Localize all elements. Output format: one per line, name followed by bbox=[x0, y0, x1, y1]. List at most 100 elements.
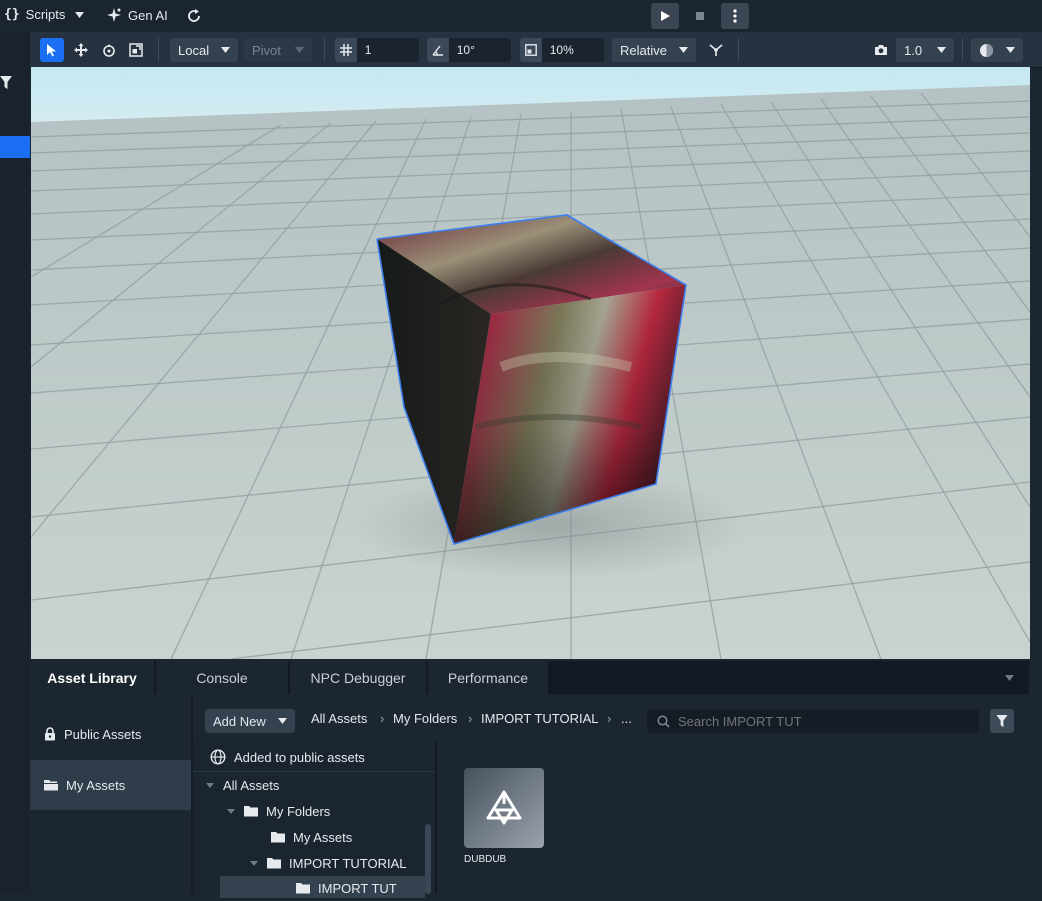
breadcrumb-all-assets[interactable]: All Assets bbox=[311, 694, 367, 742]
panel-collapse-icon[interactable] bbox=[1005, 675, 1014, 681]
chevron-down-icon bbox=[1006, 47, 1015, 53]
folder-icon bbox=[244, 806, 258, 817]
render-mode-dropdown[interactable] bbox=[971, 38, 1023, 62]
search-icon bbox=[657, 714, 670, 728]
select-tool-button[interactable] bbox=[40, 38, 64, 62]
move-icon bbox=[74, 43, 88, 57]
breadcrumb-import-tutorial[interactable]: IMPORT TUTORIAL bbox=[481, 694, 599, 742]
breadcrumb-label: My Folders bbox=[393, 710, 458, 726]
play-button[interactable] bbox=[651, 3, 679, 29]
top-bar: {} Scripts Gen AI bbox=[0, 0, 1042, 32]
filter-icon bbox=[996, 714, 1008, 727]
breadcrumb-separator: › bbox=[468, 710, 473, 726]
tree-item-label: My Assets bbox=[293, 829, 353, 845]
tab-label: NPC Debugger bbox=[310, 669, 406, 686]
camera-speed-dropdown[interactable]: 1.0 bbox=[896, 38, 954, 62]
scale-snap-icon[interactable] bbox=[520, 38, 542, 62]
tree-item-my-assets[interactable]: My Assets bbox=[271, 824, 352, 850]
rotate-icon bbox=[103, 44, 115, 57]
snap-mode-label: Relative bbox=[620, 42, 667, 58]
tab-console[interactable]: Console bbox=[156, 661, 290, 694]
caret-down-icon[interactable] bbox=[249, 860, 259, 866]
asset-thumbnail-dubdub[interactable] bbox=[464, 768, 544, 848]
asset-toolbar: Add New All Assets › My Folders › IMPORT… bbox=[193, 694, 1029, 743]
caret-down-icon[interactable] bbox=[226, 808, 236, 814]
caret-down-icon[interactable] bbox=[205, 782, 215, 788]
selected-hierarchy-item[interactable] bbox=[0, 136, 30, 158]
stop-icon bbox=[696, 12, 704, 20]
gen-ai-button[interactable]: Gen AI bbox=[106, 7, 168, 23]
asset-name: DUBDUB bbox=[464, 854, 507, 865]
tree-item-label: IMPORT TUT bbox=[318, 880, 397, 896]
playback-controls bbox=[651, 3, 751, 29]
tree-item-import-tutorial[interactable]: IMPORT TUTORIAL bbox=[249, 850, 407, 876]
angle-snap-value[interactable]: 10° bbox=[448, 38, 511, 62]
asset-filter-button[interactable] bbox=[990, 709, 1014, 733]
folder-tree: Added to public assets All Assets My Fol… bbox=[193, 742, 437, 898]
camera-button[interactable] bbox=[870, 38, 892, 62]
tree-item-label: All Assets bbox=[223, 777, 280, 793]
hierarchy-panel-edge bbox=[0, 32, 30, 894]
globe-icon bbox=[210, 749, 226, 765]
my-assets-item[interactable]: My Assets bbox=[30, 760, 191, 810]
breadcrumb-separator: › bbox=[380, 710, 385, 726]
angle-snap-icon[interactable] bbox=[427, 38, 449, 62]
tree-item-import-tut[interactable]: IMPORT TUT bbox=[296, 875, 397, 901]
search-field[interactable] bbox=[647, 709, 979, 733]
tree-item-label: My Folders bbox=[266, 803, 331, 819]
bottom-panel-tabs: Asset Library Console NPC Debugger Perfo… bbox=[30, 661, 1029, 694]
chevron-down-icon bbox=[937, 47, 946, 53]
scene-viewport[interactable] bbox=[31, 67, 1030, 659]
folder-icon bbox=[296, 883, 310, 894]
separator bbox=[962, 38, 963, 62]
tab-npc-debugger[interactable]: NPC Debugger bbox=[290, 661, 428, 694]
tree-item-label: IMPORT TUTORIAL bbox=[289, 855, 407, 871]
snap-mode-dropdown[interactable]: Relative bbox=[612, 38, 696, 62]
separator bbox=[738, 38, 739, 62]
surface-snap-button[interactable] bbox=[704, 38, 728, 62]
filter-icon[interactable] bbox=[0, 76, 12, 90]
kebab-icon bbox=[733, 9, 737, 23]
scale-snap-value[interactable]: 10% bbox=[541, 38, 604, 62]
breadcrumb-my-folders[interactable]: My Folders bbox=[393, 694, 457, 742]
scripts-menu[interactable]: {} Scripts bbox=[4, 7, 85, 22]
tab-performance[interactable]: Performance bbox=[428, 661, 550, 694]
stop-button[interactable] bbox=[686, 3, 714, 29]
breadcrumb-label: All Assets bbox=[311, 710, 368, 726]
refresh-icon[interactable] bbox=[186, 8, 202, 24]
more-options-button[interactable] bbox=[721, 3, 749, 29]
search-input[interactable] bbox=[676, 712, 960, 730]
asset-logo-icon bbox=[486, 790, 522, 825]
space-mode-dropdown[interactable]: Local bbox=[170, 38, 238, 62]
grid-snap-icon[interactable] bbox=[335, 38, 357, 62]
surface-snap-icon bbox=[709, 44, 723, 56]
tree-item-all-assets[interactable]: All Assets bbox=[205, 772, 279, 798]
grid-snap-field[interactable]: 1 bbox=[335, 38, 419, 62]
grid-snap-value[interactable]: 1 bbox=[356, 38, 419, 62]
cursor-icon bbox=[47, 44, 56, 57]
tree-scrollbar[interactable] bbox=[425, 824, 431, 894]
shading-icon bbox=[980, 43, 993, 57]
scale-tool-button[interactable] bbox=[124, 38, 148, 62]
add-new-button[interactable]: Add New bbox=[205, 709, 295, 733]
move-tool-button[interactable] bbox=[69, 38, 93, 62]
rotate-tool-button[interactable] bbox=[97, 38, 121, 62]
folder-icon bbox=[267, 858, 281, 869]
public-assets-item[interactable]: Public Assets bbox=[30, 709, 191, 759]
breadcrumb-label: IMPORT TUTORIAL bbox=[481, 710, 599, 726]
play-icon bbox=[661, 11, 670, 21]
my-assets-label: My Assets bbox=[66, 777, 126, 793]
tab-label: Console bbox=[196, 669, 248, 686]
separator bbox=[158, 38, 159, 62]
public-notice: Added to public assets bbox=[210, 744, 365, 770]
chevron-down-icon bbox=[278, 718, 287, 724]
breadcrumb-more[interactable]: ... bbox=[621, 694, 632, 742]
pivot-mode-dropdown[interactable]: Pivot bbox=[244, 38, 312, 62]
scale-snap-field[interactable]: 10% bbox=[520, 38, 604, 62]
breadcrumb-label: ... bbox=[621, 710, 632, 726]
tree-item-my-folders[interactable]: My Folders bbox=[226, 798, 330, 824]
angle-snap-field[interactable]: 10° bbox=[427, 38, 511, 62]
tab-label: Performance bbox=[447, 669, 529, 686]
tab-asset-library[interactable]: Asset Library bbox=[30, 661, 156, 694]
breadcrumb-separator: › bbox=[607, 710, 612, 726]
